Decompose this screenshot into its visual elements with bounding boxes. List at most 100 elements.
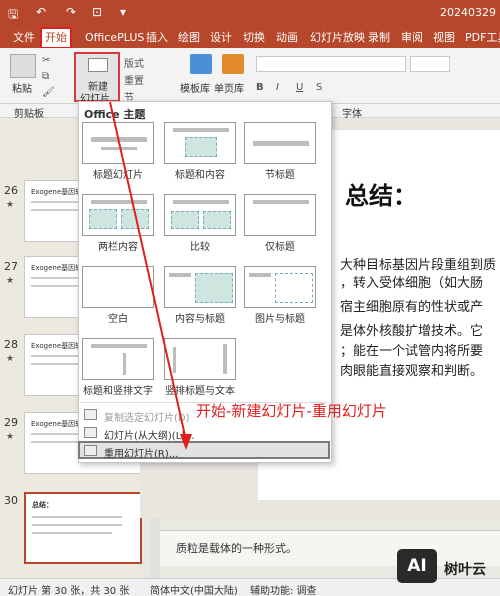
cut-icon[interactable]: ✂ [42, 55, 50, 66]
slide-body-line[interactable]: 大种目标基因片段重组到质 [340, 254, 496, 273]
tab-view[interactable]: 视图 [430, 29, 458, 47]
format-painter-icon[interactable]: 🖌 [42, 87, 55, 98]
slide-title[interactable]: 总结： [345, 176, 417, 211]
layout-bar [101, 147, 137, 150]
strikethrough-icon[interactable]: S [316, 82, 322, 93]
layout-title-vertical-text[interactable] [82, 338, 154, 380]
layout-bar [91, 200, 147, 204]
layout-placeholder [121, 209, 149, 229]
notes-text[interactable]: 质粒是载体的一种形式。 [176, 540, 297, 556]
animation-star-icon: ★ [6, 200, 15, 210]
watermark-text: 树叶云 [444, 562, 486, 578]
language-status[interactable]: 简体中文(中国大陆) [150, 582, 238, 596]
duplicate-slides-item[interactable]: 复制选定幻灯片(D) [104, 409, 190, 424]
underline-icon[interactable]: U [296, 82, 303, 93]
layout-placeholder [203, 211, 231, 229]
slides-from-outline-item[interactable]: 幻灯片(从大纲)(L)... [104, 427, 195, 442]
layout-picture-caption[interactable] [244, 266, 316, 308]
slide-number: 26 [4, 184, 18, 197]
new-slide-button[interactable]: 新建 幻灯片 [74, 52, 120, 105]
slide-thumbnail-selected[interactable]: 总结： [24, 492, 142, 564]
layout-bar [173, 347, 176, 373]
customize-qa-icon[interactable]: ▾ [120, 5, 126, 19]
single-page-lib-label[interactable]: 单页库 [214, 80, 244, 95]
bold-icon[interactable]: B [256, 82, 264, 93]
thumbnail-line [32, 524, 122, 526]
layout-vertical-title-text[interactable] [164, 338, 236, 380]
reset-button[interactable]: 重置 [124, 72, 144, 87]
layout-bar [253, 200, 309, 204]
tab-insert[interactable]: 插入 [143, 29, 171, 47]
tab-pdf-tools[interactable]: PDF工具 [462, 29, 500, 47]
single-page-lib-icon[interactable] [222, 54, 244, 74]
font-family-select[interactable] [256, 56, 406, 72]
layout-label: 标题和竖排文字 [83, 386, 153, 397]
paste-label[interactable]: 粘贴 [12, 80, 32, 95]
layout-placeholder [185, 137, 217, 157]
tab-slideshow[interactable]: 幻灯片放映 [307, 29, 368, 47]
tab-record[interactable]: 录制 [365, 29, 393, 47]
thumbnail-line [31, 285, 81, 287]
slide-number: 29 [4, 416, 18, 429]
layout-placeholder [171, 211, 199, 229]
reset-label: 重置 [124, 76, 144, 87]
accessibility-status[interactable]: 辅助功能: 调查 [250, 582, 317, 596]
tab-file[interactable]: 文件 [10, 29, 38, 47]
slide-body-line[interactable]: ，转入受体细胞（如大肠 [340, 272, 483, 291]
slide-body-line[interactable]: ；能在一个试管内将所要 [340, 340, 483, 359]
layout-label: 竖排标题与文本 [165, 386, 235, 397]
layout-label: 标题幻灯片 [93, 170, 143, 181]
title-bar: 🖫 ↶ ↷ ⊡ ▾ 20240329 [0, 0, 500, 26]
layout-label: 空白 [108, 314, 128, 325]
layout-bar [123, 353, 126, 375]
tab-officeplus[interactable]: OfficePLUS [82, 29, 147, 47]
slide-number: 30 [4, 494, 18, 507]
animation-star-icon: ★ [6, 354, 15, 364]
layout-title-content[interactable] [164, 122, 236, 164]
template-lib-icon[interactable] [190, 54, 212, 74]
font-format-row: B I U S [256, 80, 486, 96]
redo-icon[interactable]: ↷ [66, 5, 76, 19]
layout-label: 两栏内容 [98, 242, 138, 253]
thumbnail-line [32, 532, 112, 534]
layout-placeholder [275, 273, 313, 303]
save-icon[interactable]: 🖫 [8, 5, 18, 26]
layout-button[interactable]: 版式 [124, 55, 144, 70]
layout-section-header[interactable] [244, 122, 316, 164]
paste-icon[interactable] [10, 54, 36, 78]
font-size-select[interactable] [410, 56, 450, 72]
tab-review[interactable]: 审阅 [398, 29, 426, 47]
reuse-slides-icon [84, 445, 97, 456]
slide-body-line[interactable]: 宿主细胞原有的性状或产 [340, 296, 483, 315]
layout-bar [173, 200, 229, 204]
layout-label: 标题和内容 [175, 170, 225, 181]
slide-body-line[interactable]: 是体外核酸扩增技术。它 [340, 320, 483, 339]
tab-home[interactable]: 开始 [40, 27, 72, 49]
ribbon-tabs: 文件 开始 OfficePLUS 插入 绘图 设计 切换 动画 幻灯片放映 录制… [0, 26, 500, 49]
tab-draw[interactable]: 绘图 [175, 29, 203, 47]
layout-content-caption[interactable] [164, 266, 236, 308]
annotation-text: 开始-新建幻灯片-重用幻灯片 [196, 402, 387, 420]
duplicate-slide-icon [84, 409, 97, 420]
layout-title-only[interactable] [244, 194, 316, 236]
layout-comparison[interactable] [164, 194, 236, 236]
tab-design[interactable]: 设计 [207, 29, 235, 47]
tab-transitions[interactable]: 切换 [240, 29, 268, 47]
copy-icon[interactable]: ⧉ [42, 71, 49, 82]
present-icon[interactable]: ⊡ [92, 5, 102, 19]
template-lib-label[interactable]: 模板库 [180, 80, 210, 95]
slide-number: 28 [4, 338, 18, 351]
undo-icon[interactable]: ↶ [36, 5, 46, 19]
layout-label: 仅标题 [265, 242, 295, 253]
reuse-slides-label[interactable]: 重用幻灯片(R)... [104, 445, 178, 460]
layout-title-slide[interactable] [82, 122, 154, 164]
layout-two-content[interactable] [82, 194, 154, 236]
slides-from-outline-icon [84, 427, 97, 438]
tab-animations[interactable]: 动画 [273, 29, 301, 47]
layout-bar [91, 137, 147, 142]
animation-star-icon: ★ [6, 432, 15, 442]
slide-body-line[interactable]: 肉眼能直接观察和判断。 [340, 360, 483, 379]
italic-icon[interactable]: I [276, 82, 279, 93]
layout-blank[interactable] [82, 266, 154, 308]
document-title: 20240329 [440, 6, 496, 19]
